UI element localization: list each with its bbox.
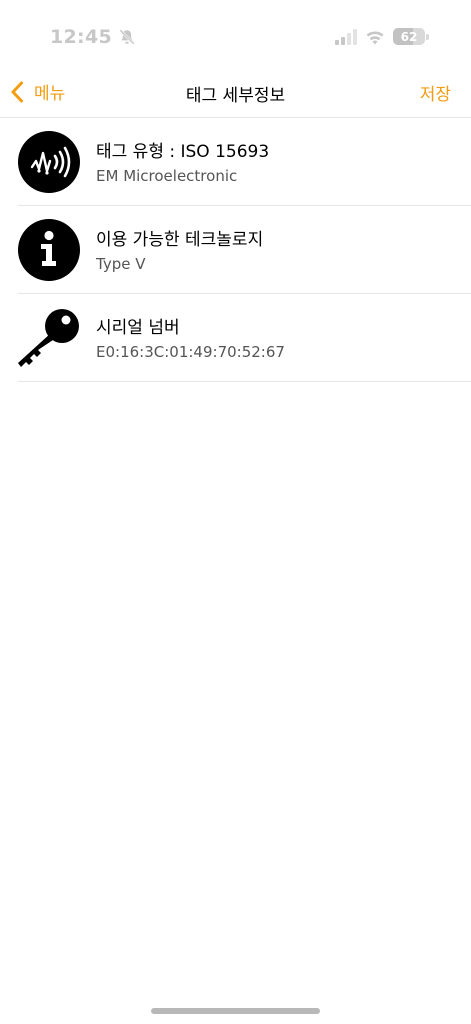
available-technologies-value: Type V <box>96 255 146 273</box>
tag-type-manufacturer: EM Microelectronic <box>96 167 238 185</box>
list-item-tag-type: 태그 유형 : ISO 15693 EM Microelectronic <box>18 118 471 206</box>
battery-cap <box>426 33 429 40</box>
status-bar: 12:45 62 <box>0 0 471 62</box>
list-item-serial-number: 시리얼 넘버 E0:16:3C:01:49:70:52:67 <box>18 294 471 382</box>
status-time-container: 12:45 <box>50 26 136 48</box>
key-icon <box>18 309 79 367</box>
wifi-icon <box>366 31 384 44</box>
tag-details-screen: 12:45 62 메뉴 태그 세부정보 저장 태그 유형: ISO 15693… <box>0 0 471 1024</box>
status-indicators: 62 <box>335 28 429 45</box>
battery-percent: 62 <box>400 29 418 44</box>
navigation-bar: 메뉴 태그 세부정보 저장 <box>0 62 471 118</box>
tag-type-title: 태그 유형 : ISO 15693 <box>96 142 270 162</box>
list-item-available-technologies: 이용 가능한 테크놀로지 Type V <box>18 206 471 294</box>
home-indicator[interactable] <box>151 1008 320 1014</box>
serial-number-value: E0:16:3C:01:49:70:52:67 <box>96 343 285 361</box>
tag-details-list: 태그 유형 : ISO 15693 EM Microelectronic 이용 … <box>18 118 471 382</box>
serial-number-title: 시리얼 넘버 <box>96 318 180 338</box>
battery-body: 62 <box>393 28 425 45</box>
available-technologies-title: 이용 가능한 테크놀로지 <box>96 230 264 250</box>
cellular-signal-icon <box>335 28 357 45</box>
nfc-wave-icon <box>18 131 80 193</box>
bell-slash-icon <box>119 29 135 45</box>
battery-icon: 62 <box>393 28 429 45</box>
save-button[interactable]: 저장 <box>420 80 451 105</box>
page-title: 태그 세부정보 <box>185 86 286 106</box>
info-icon <box>18 219 80 281</box>
status-time: 12:45 <box>50 26 112 48</box>
